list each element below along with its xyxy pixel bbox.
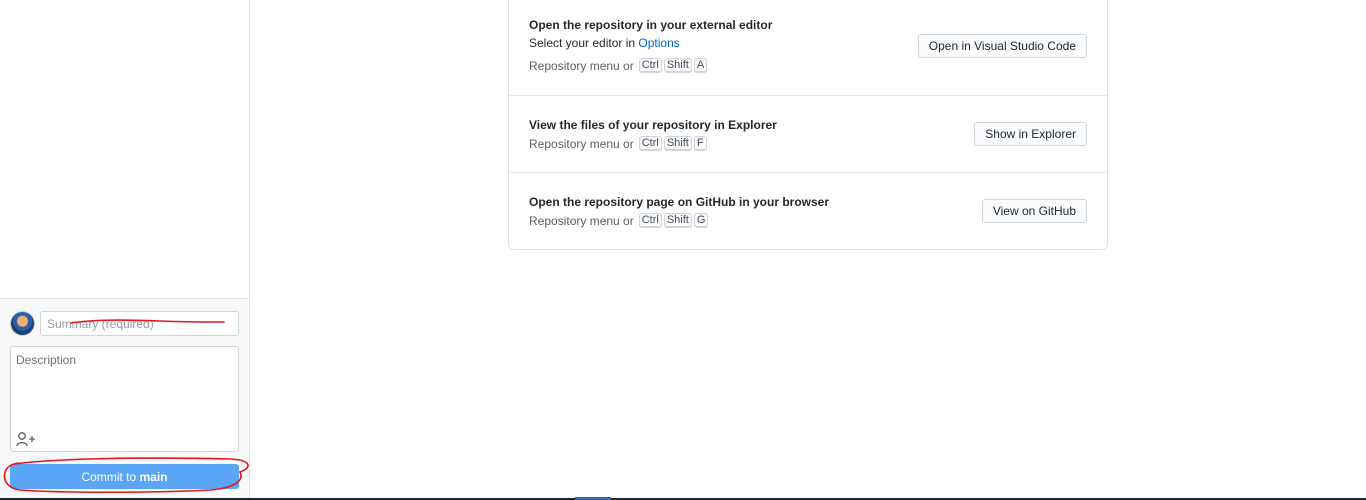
show-in-explorer-button[interactable]: Show in Explorer xyxy=(974,122,1087,146)
action-row-external-editor: Open the repository in your external edi… xyxy=(509,0,1107,96)
shortcut-hint: Repository menu or Ctrl Shift A xyxy=(529,58,708,73)
shortcut-label: Repository menu or xyxy=(529,136,634,151)
shortcut-label: Repository menu or xyxy=(529,58,634,73)
open-in-editor-button[interactable]: Open in Visual Studio Code xyxy=(917,34,1087,58)
summary-input[interactable] xyxy=(40,311,239,336)
subtitle-text: Select your editor in xyxy=(529,36,639,50)
kbd-key: Ctrl xyxy=(638,213,662,228)
changes-sidebar: Commit to main xyxy=(0,0,250,500)
kbd-key: Ctrl xyxy=(638,136,662,151)
user-avatar xyxy=(10,311,35,336)
kbd-key: F xyxy=(693,136,707,151)
action-title: Open the repository page on GitHub in yo… xyxy=(529,195,830,209)
action-title: Open the repository in your external edi… xyxy=(529,18,773,32)
commit-branch-name: main xyxy=(139,469,168,484)
kbd-key: A xyxy=(693,58,708,73)
shortcut-hint: Repository menu or Ctrl Shift F xyxy=(529,136,707,151)
add-coauthor-icon[interactable] xyxy=(16,431,36,447)
kbd-key: Shift xyxy=(663,136,692,151)
action-title: View the files of your repository in Exp… xyxy=(529,118,777,132)
description-input[interactable] xyxy=(11,347,238,427)
options-link[interactable]: Options xyxy=(638,36,679,50)
action-row-explorer: View the files of your repository in Exp… xyxy=(509,96,1107,173)
action-subtitle: Select your editor in Options xyxy=(529,36,680,50)
commit-button[interactable]: Commit to main xyxy=(10,464,239,489)
action-row-github: Open the repository page on GitHub in yo… xyxy=(509,173,1107,250)
view-on-github-button[interactable]: View on GitHub xyxy=(981,199,1087,223)
shortcut-label: Repository menu or xyxy=(529,213,634,228)
commit-panel: Commit to main xyxy=(0,298,249,500)
kbd-key: Shift xyxy=(663,58,692,73)
description-box xyxy=(10,346,239,452)
kbd-key: G xyxy=(693,213,709,228)
kbd-key: Shift xyxy=(663,213,692,228)
shortcut-hint: Repository menu or Ctrl Shift G xyxy=(529,213,709,228)
commit-button-prefix: Commit to xyxy=(81,469,140,484)
kbd-key: Ctrl xyxy=(638,58,662,73)
repository-actions-card: Open the repository in your external edi… xyxy=(508,0,1108,250)
